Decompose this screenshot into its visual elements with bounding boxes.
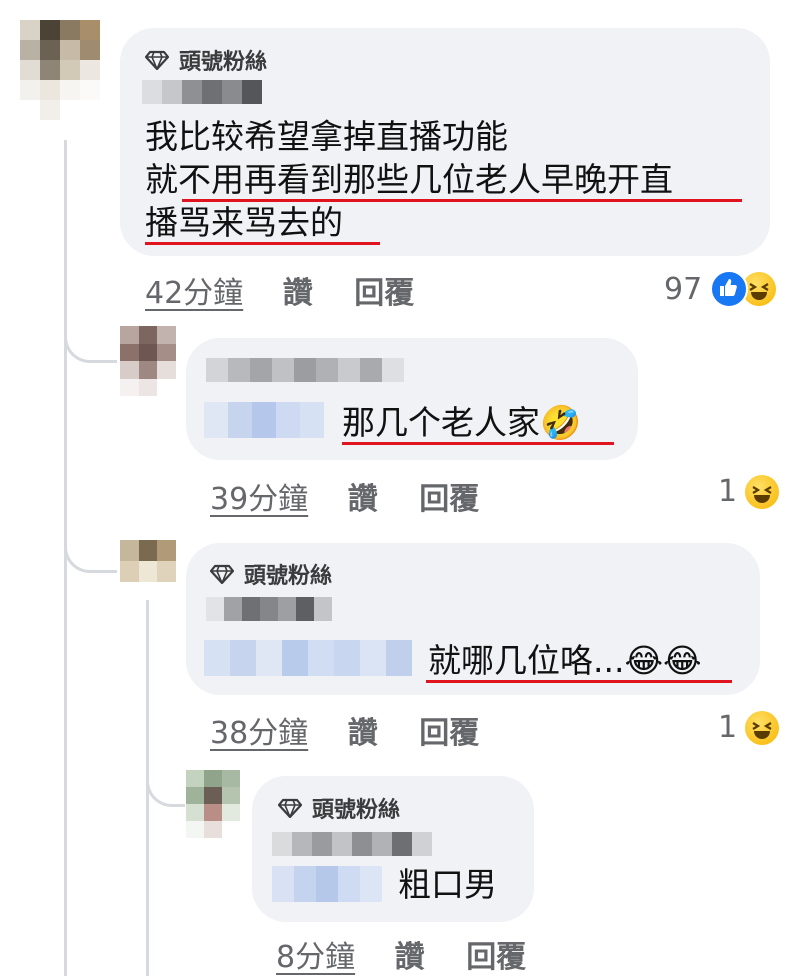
badge-label: 頭號粉絲 [312, 798, 401, 823]
mention-link[interactable] [204, 640, 412, 676]
like-button[interactable]: 讚 [283, 276, 313, 311]
top-fan-badge[interactable]: 頭號粉絲 [278, 792, 400, 824]
reaction-count: 1 [718, 474, 738, 509]
reaction-count: 97 [664, 271, 703, 307]
thread-connector-reply-1 [64, 300, 117, 363]
avatar[interactable] [120, 326, 176, 396]
comment-text: 就哪几位咯...😂😂 [428, 641, 702, 680]
comment-text: 粗口男 [398, 865, 497, 904]
avatar[interactable] [20, 20, 100, 120]
highlight-underline [342, 442, 614, 445]
highlight-underline [145, 242, 380, 245]
thread-connector-reply-3 [146, 750, 185, 807]
comment-meta: 42分鐘 讚 回覆 [145, 268, 414, 312]
like-button[interactable]: 讚 [348, 482, 378, 517]
top-fan-badge[interactable]: 頭號粉絲 [145, 44, 267, 76]
reply-button[interactable]: 回覆 [354, 276, 414, 311]
comment-text: 那几个老人家🤣 [342, 403, 582, 442]
like-icon [710, 270, 749, 308]
avatar[interactable] [186, 770, 240, 838]
reply-button[interactable]: 回覆 [466, 940, 526, 975]
author-name[interactable] [206, 358, 404, 382]
thread-connector-reply-2 [64, 510, 117, 573]
highlight-underline [426, 680, 732, 683]
top-fan-badge[interactable]: 頭號粉絲 [210, 558, 332, 590]
comment-text-line-1: 我比较希望拿掉直播功能 [145, 117, 508, 156]
timestamp-link[interactable]: 39分鐘 [210, 482, 308, 517]
timestamp-link[interactable]: 42分鐘 [145, 276, 243, 311]
laugh-emoji-icon [745, 474, 780, 509]
like-button[interactable]: 讚 [348, 716, 378, 751]
reaction-summary[interactable]: 1 [718, 474, 780, 509]
laugh-emoji-icon [745, 710, 780, 745]
avatar[interactable] [120, 540, 176, 582]
comment-meta: 8分鐘 讚 回覆 [276, 932, 526, 976]
author-name[interactable] [206, 597, 332, 621]
mention-link[interactable] [204, 402, 324, 438]
comment-meta: 38分鐘 讚 回覆 [210, 708, 479, 752]
reply-button[interactable]: 回覆 [419, 482, 479, 517]
reply-button[interactable]: 回覆 [419, 716, 479, 751]
badge-label: 頭號粉絲 [244, 564, 333, 589]
reaction-summary[interactable]: 1 [718, 710, 780, 745]
diamond-icon [210, 564, 234, 584]
comment-meta: 39分鐘 讚 回覆 [210, 474, 479, 518]
reaction-summary[interactable]: 97 [664, 270, 777, 308]
mention-link[interactable] [272, 866, 382, 902]
reaction-count: 1 [718, 710, 738, 745]
comment-text-line-2: 就不用再看到那些几位老人早晚开直 [145, 160, 673, 199]
comment-text-line-3: 播骂来骂去的 [145, 203, 343, 242]
timestamp-link[interactable]: 8分鐘 [276, 940, 355, 975]
timestamp-link[interactable]: 38分鐘 [210, 716, 308, 751]
author-name[interactable] [272, 832, 432, 856]
like-button[interactable]: 讚 [395, 940, 425, 975]
author-name[interactable] [142, 80, 262, 104]
diamond-icon [145, 50, 169, 70]
badge-label: 頭號粉絲 [179, 50, 268, 75]
diamond-icon [278, 798, 302, 818]
